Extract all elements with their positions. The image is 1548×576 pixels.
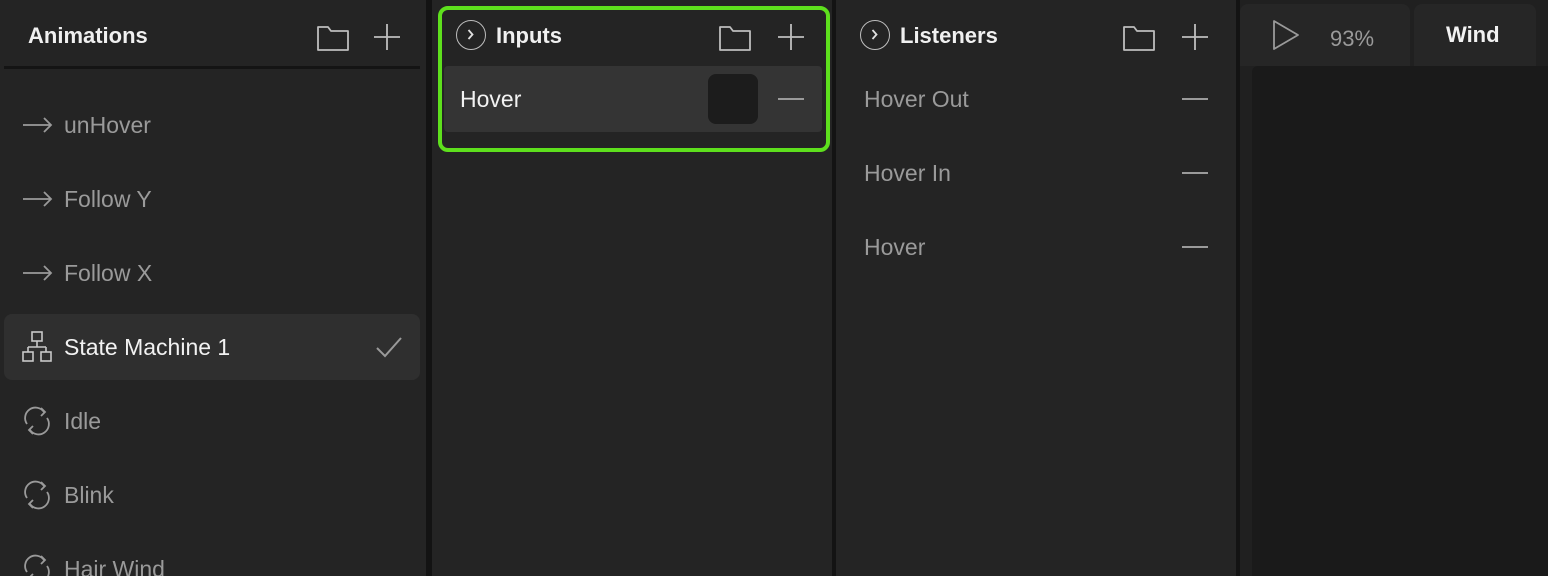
animation-item-label: Follow X: [64, 260, 153, 286]
animation-item-label: Hair Wind: [64, 556, 165, 576]
animations-title: Animations: [28, 23, 148, 48]
animation-item-unhover[interactable]: unHover: [4, 92, 420, 158]
listeners-panel: Listeners Hover Out Hover In Hover: [836, 0, 1236, 576]
play-icon[interactable]: [1270, 18, 1302, 52]
animation-item-label: Blink: [64, 482, 114, 508]
collapse-listeners-button[interactable]: [860, 20, 890, 50]
remove-listener-icon[interactable]: [1182, 98, 1208, 100]
add-icon[interactable]: [372, 22, 402, 52]
new-folder-icon[interactable]: [1122, 22, 1156, 52]
tab-wind[interactable]: Wind: [1414, 4, 1536, 66]
new-folder-icon[interactable]: [316, 22, 350, 52]
arrow-right-icon: [23, 191, 53, 207]
animations-header: Animations: [0, 0, 426, 68]
loop-icon: [24, 406, 50, 436]
listeners-header: Listeners: [836, 0, 1236, 68]
animation-item-label: unHover: [64, 112, 151, 138]
inputs-title: Inputs: [496, 23, 562, 48]
zoom-level[interactable]: 93%: [1330, 25, 1374, 53]
tab-wind-label: Wind: [1446, 22, 1500, 47]
animation-item-label: Follow Y: [64, 186, 152, 212]
animation-item-label: State Machine 1: [64, 334, 231, 360]
viewer-tabbar: 93% Wind: [1240, 0, 1548, 66]
listener-item-label: Hover: [864, 234, 926, 260]
listener-item-hover[interactable]: Hover: [836, 218, 1236, 278]
preview-canvas[interactable]: [1252, 66, 1548, 576]
input-item-hover[interactable]: Hover: [444, 66, 822, 132]
remove-listener-icon[interactable]: [1182, 172, 1208, 174]
loop-icon: [24, 480, 50, 510]
header-divider: [4, 66, 420, 69]
boolean-toggle[interactable]: [708, 74, 758, 124]
state-machine-icon: [22, 331, 52, 362]
new-folder-icon[interactable]: [718, 22, 752, 52]
inputs-header: Inputs: [432, 0, 832, 68]
remove-input-icon[interactable]: [778, 98, 804, 100]
animation-item-follow-x[interactable]: Follow X: [4, 240, 420, 306]
listeners-title: Listeners: [900, 23, 998, 48]
animation-item-state-machine-1[interactable]: State Machine 1: [4, 314, 420, 380]
add-input-icon[interactable]: [776, 22, 806, 52]
inputs-panel: Inputs Hover: [432, 0, 832, 576]
viewer-panel: 93% Wind: [1240, 0, 1548, 576]
input-item-label: Hover: [460, 86, 522, 112]
animation-item-follow-y[interactable]: Follow Y: [4, 166, 420, 232]
add-listener-icon[interactable]: [1180, 22, 1210, 52]
checkmark-icon: [376, 337, 402, 358]
listener-item-label: Hover Out: [864, 86, 969, 112]
remove-listener-icon[interactable]: [1182, 246, 1208, 248]
arrow-right-icon: [23, 265, 53, 281]
animations-panel: Animations unHover Follow Y Follow X Sta…: [0, 0, 426, 576]
loop-icon: [24, 554, 50, 576]
listener-item-label: Hover In: [864, 160, 951, 186]
chevron-right-icon: [871, 29, 878, 40]
animation-item-idle[interactable]: Idle: [4, 388, 420, 454]
animation-item-label: Idle: [64, 408, 102, 434]
listener-item-hover-in[interactable]: Hover In: [836, 144, 1236, 204]
listener-item-hover-out[interactable]: Hover Out: [836, 70, 1236, 130]
collapse-inputs-button[interactable]: [456, 20, 486, 50]
animation-item-hair-wind[interactable]: Hair Wind: [4, 536, 420, 576]
arrow-right-icon: [23, 117, 53, 133]
chevron-right-icon: [467, 29, 474, 40]
animation-item-blink[interactable]: Blink: [4, 462, 420, 528]
playback-tab: 93%: [1240, 4, 1410, 66]
